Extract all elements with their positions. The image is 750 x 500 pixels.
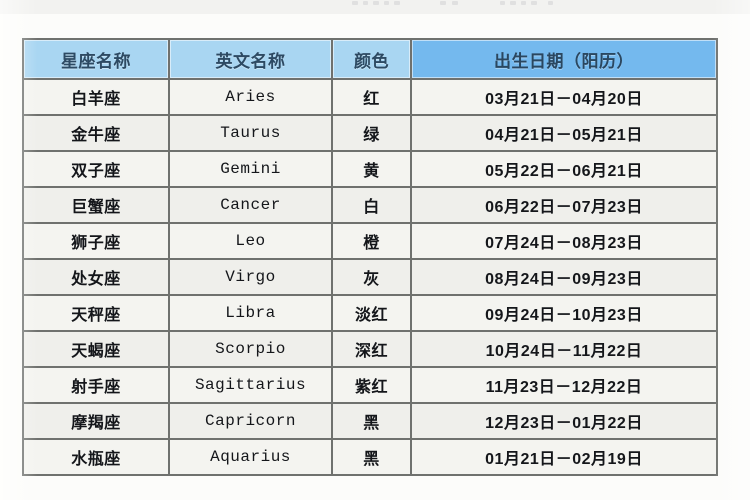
cell-constellation-name: 双子座 xyxy=(22,152,170,188)
cell-english-name: Gemini xyxy=(170,152,333,188)
cell-constellation-name: 天秤座 xyxy=(22,296,170,332)
column-header-constellation-name: 星座名称 xyxy=(22,38,170,80)
cell-color: 黑 xyxy=(333,440,412,476)
table-row: 狮子座 Leo 橙 07月24日－08月23日 xyxy=(22,224,718,260)
cell-english-name: Sagittarius xyxy=(170,368,333,404)
cell-english-name: Leo xyxy=(170,224,333,260)
cell-birth-date: 01月21日－02月19日 xyxy=(412,440,718,476)
cell-birth-date: 05月22日－06月21日 xyxy=(412,152,718,188)
cell-birth-date: 06月22日－07月23日 xyxy=(412,188,718,224)
cell-english-name: Scorpio xyxy=(170,332,333,368)
cell-birth-date: 09月24日－10月23日 xyxy=(412,296,718,332)
table-row: 摩羯座 Capricorn 黑 12月23日－01月22日 xyxy=(22,404,718,440)
table-header-row: 星座名称 英文名称 颜色 出生日期（阳历） xyxy=(22,38,718,80)
table-row: 天秤座 Libra 淡红 09月24日－10月23日 xyxy=(22,296,718,332)
cell-birth-date: 11月23日－12月22日 xyxy=(412,368,718,404)
cell-constellation-name: 处女座 xyxy=(22,260,170,296)
cell-constellation-name: 白羊座 xyxy=(22,80,170,116)
cell-english-name: Aries xyxy=(170,80,333,116)
cell-color: 白 xyxy=(333,188,412,224)
column-header-english-name: 英文名称 xyxy=(170,38,333,80)
cell-color: 橙 xyxy=(333,224,412,260)
cell-color: 黄 xyxy=(333,152,412,188)
cell-constellation-name: 射手座 xyxy=(22,368,170,404)
cell-birth-date: 03月21日－04月20日 xyxy=(412,80,718,116)
cell-birth-date: 10月24日－11月22日 xyxy=(412,332,718,368)
top-edge-scan-artifact xyxy=(0,0,750,14)
cell-color: 淡红 xyxy=(333,296,412,332)
scanned-page: 星座名称 英文名称 颜色 出生日期（阳历） 白羊座 Aries 红 03月21日… xyxy=(0,0,750,500)
cell-english-name: Cancer xyxy=(170,188,333,224)
table-row: 双子座 Gemini 黄 05月22日－06月21日 xyxy=(22,152,718,188)
cell-english-name: Capricorn xyxy=(170,404,333,440)
column-header-birth-date: 出生日期（阳历） xyxy=(412,38,718,80)
cell-birth-date: 12月23日－01月22日 xyxy=(412,404,718,440)
table-row: 射手座 Sagittarius 紫红 11月23日－12月22日 xyxy=(22,368,718,404)
zodiac-table: 星座名称 英文名称 颜色 出生日期（阳历） 白羊座 Aries 红 03月21日… xyxy=(22,38,718,476)
cell-color: 紫红 xyxy=(333,368,412,404)
cell-birth-date: 07月24日－08月23日 xyxy=(412,224,718,260)
cell-color: 绿 xyxy=(333,116,412,152)
cell-color: 黑 xyxy=(333,404,412,440)
table-header: 星座名称 英文名称 颜色 出生日期（阳历） xyxy=(22,38,718,80)
table-row: 巨蟹座 Cancer 白 06月22日－07月23日 xyxy=(22,188,718,224)
cell-birth-date: 04月21日－05月21日 xyxy=(412,116,718,152)
cell-color: 深红 xyxy=(333,332,412,368)
cell-color: 红 xyxy=(333,80,412,116)
cell-constellation-name: 金牛座 xyxy=(22,116,170,152)
cell-constellation-name: 摩羯座 xyxy=(22,404,170,440)
table-row: 天蝎座 Scorpio 深红 10月24日－11月22日 xyxy=(22,332,718,368)
cell-english-name: Virgo xyxy=(170,260,333,296)
cell-color: 灰 xyxy=(333,260,412,296)
column-header-color: 颜色 xyxy=(333,38,412,80)
cell-birth-date: 08月24日－09月23日 xyxy=(412,260,718,296)
table-body: 白羊座 Aries 红 03月21日－04月20日 金牛座 Taurus 绿 0… xyxy=(22,80,718,476)
table-row: 白羊座 Aries 红 03月21日－04月20日 xyxy=(22,80,718,116)
cell-english-name: Libra xyxy=(170,296,333,332)
cell-english-name: Aquarius xyxy=(170,440,333,476)
cell-constellation-name: 天蝎座 xyxy=(22,332,170,368)
paper-surface: 星座名称 英文名称 颜色 出生日期（阳历） 白羊座 Aries 红 03月21日… xyxy=(0,14,750,500)
cell-english-name: Taurus xyxy=(170,116,333,152)
table-row: 金牛座 Taurus 绿 04月21日－05月21日 xyxy=(22,116,718,152)
cell-constellation-name: 狮子座 xyxy=(22,224,170,260)
cell-constellation-name: 巨蟹座 xyxy=(22,188,170,224)
table-row: 水瓶座 Aquarius 黑 01月21日－02月19日 xyxy=(22,440,718,476)
cell-constellation-name: 水瓶座 xyxy=(22,440,170,476)
table-row: 处女座 Virgo 灰 08月24日－09月23日 xyxy=(22,260,718,296)
